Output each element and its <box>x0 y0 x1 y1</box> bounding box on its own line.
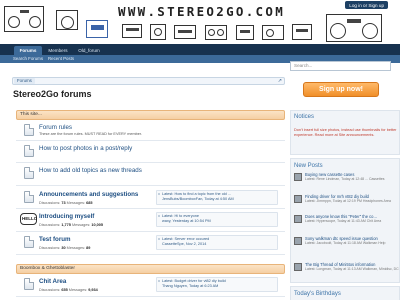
tab-old-forum[interactable]: Old_forum <box>74 46 104 55</box>
forum-stats: Discussions: 73 Messages: 685 <box>39 201 93 205</box>
last-post-author[interactable]: Thang Nguyen, Today at 6:23 AM <box>162 284 277 288</box>
radio-illustration <box>56 10 78 30</box>
breadcrumb: Forums ↗ <box>12 77 285 85</box>
new-post-item[interactable]: Sony walkman dtc speed issue question La… <box>293 236 399 250</box>
last-post-box[interactable]: Latest: How to find a topic from the old… <box>156 190 278 205</box>
avatar <box>294 173 302 181</box>
stereo-illustration-4 <box>205 25 227 40</box>
forum-stats: Discussions: 1,775 Messages: 10,005 <box>39 223 104 227</box>
boombox-illustration-right <box>326 14 382 42</box>
new-posts-block: New Posts Buying new cassette cases Late… <box>290 158 400 283</box>
forum-title[interactable]: Chit Area <box>39 278 66 285</box>
stereo-illustration-5 <box>236 25 254 40</box>
avatar <box>294 195 302 203</box>
tab-members[interactable]: Members <box>44 46 72 55</box>
stereo-illustration-3 <box>174 25 196 39</box>
forum-node: How to add old topics as new threads <box>16 164 285 186</box>
page-title: Stereo2Go forums <box>13 89 92 99</box>
new-post-item[interactable]: Buying new cassette cases Latest: Rene L… <box>293 172 399 186</box>
new-post-meta: Latest: Rene Lindman, Today at 12:48 ...… <box>305 177 385 181</box>
new-post-item[interactable]: Does anyone know this "Peter" the co... … <box>293 214 399 228</box>
breadcrumb-forums[interactable]: Forums <box>14 78 35 84</box>
birthdays-block: Today's Birthdays <box>290 286 400 300</box>
site-title: WWW.STEREO2GO.COM <box>118 4 286 19</box>
category-title: Boombox & Ghettoblaster <box>20 266 75 271</box>
avatar <box>294 237 302 245</box>
stereo-illustration-1 <box>122 24 142 38</box>
avatar <box>294 263 302 271</box>
last-post-title[interactable]: Latest: Budget driver for vt82 diy build <box>162 279 277 283</box>
search-placeholder: Search... <box>294 63 313 68</box>
notices-heading: Notices <box>294 114 315 120</box>
forum-node: Forum rules These are the forum rules. M… <box>16 121 285 141</box>
forum-stats: Discussions: 655 Messages: 9,934 <box>39 288 98 292</box>
notice-text: Don't insert full size photos, instead u… <box>294 128 397 137</box>
jump-arrow-icon[interactable]: ↗ <box>278 78 282 84</box>
page-icon <box>24 145 34 157</box>
page-icon <box>24 191 34 203</box>
new-post-item[interactable]: The Big Thread of Mini5tos information L… <box>293 262 399 276</box>
stereo-illustration-6 <box>262 25 284 40</box>
last-post-title[interactable]: Latest: How to find a topic from the old… <box>162 192 277 196</box>
category-header[interactable]: This site... <box>16 110 285 120</box>
forum-stats: Discussions: 30 Messages: 89 <box>39 246 91 250</box>
notices-block: Notices Don't insert full size photos, i… <box>290 110 400 155</box>
new-post-item[interactable]: Finding driver for mrh vt82 diy build La… <box>293 194 399 208</box>
new-post-meta: Latest: Hyperscope, Today at 11:43 AM Ch… <box>305 219 382 223</box>
category-title: This site... <box>20 112 42 117</box>
page-icon <box>24 124 34 136</box>
new-posts-heading: New Posts <box>294 163 323 169</box>
cassette-player-illustration <box>86 20 108 38</box>
forum-node: Chit Area Discussions: 655 Messages: 9,9… <box>16 275 285 297</box>
stereo-illustration-2 <box>150 24 166 40</box>
last-post-author[interactable]: JensBubs/BoomboxFan, Today at 4:50 AM <box>162 197 277 201</box>
page-icon <box>24 167 34 179</box>
forum-title[interactable]: Test forum <box>39 236 71 243</box>
login-signup-button[interactable]: Log in or Sign up <box>345 1 388 9</box>
sign-up-button[interactable]: Sign up now! <box>303 82 379 97</box>
search-forums-link[interactable]: Search Forums <box>13 55 43 63</box>
forum-title[interactable]: How to add old topics as new threads <box>39 167 142 174</box>
forum-node: Test forum Discussions: 30 Messages: 89 … <box>16 233 285 255</box>
last-post-box[interactable]: Latest: Server error occured CassetteSpe… <box>156 235 278 250</box>
last-post-title[interactable]: Latest: Hi to everyone <box>162 214 277 218</box>
last-post-author[interactable]: waxy, Yesterday at 10:54 PM <box>162 219 277 223</box>
forum-title[interactable]: How to post photos in a post/reply <box>39 145 132 152</box>
boombox-illustration-left <box>4 6 44 32</box>
last-post-box[interactable]: Latest: Hi to everyone waxy, Yesterday a… <box>156 212 278 227</box>
birthdays-heading: Today's Birthdays <box>294 291 341 297</box>
stereo-illustration-7 <box>292 24 312 40</box>
forum-node: Announcements and suggestions Discussion… <box>16 188 285 209</box>
avatar <box>294 215 302 223</box>
last-post-box[interactable]: Latest: Budget driver for vt82 diy build… <box>156 277 278 292</box>
page-icon <box>24 236 34 248</box>
tab-forums[interactable]: Forums <box>14 46 42 55</box>
forum-title[interactable]: Forum rules <box>39 124 72 131</box>
forum-title[interactable]: Introducing myself <box>39 213 94 220</box>
last-post-title[interactable]: Latest: Server error occured <box>162 237 277 241</box>
forum-node: How to post photos in a post/reply <box>16 142 285 163</box>
main-nav: Forums Members Old_forum <box>0 44 400 55</box>
forum-node: HELLO Introducing myself Discussions: 1,… <box>16 210 285 232</box>
last-post-author[interactable]: CassetteSpe, Nov 2, 2014 <box>162 242 277 246</box>
site-banner: WWW.STEREO2GO.COM Log in or Sign up <box>0 0 400 44</box>
search-input[interactable]: Search... <box>290 61 391 71</box>
hello-icon: HELLO <box>20 213 37 225</box>
new-post-meta: Latest: Jacobcolt, Today at 11:18 AM Wal… <box>305 241 386 245</box>
forum-description: These are the forum rules. MUST READ for… <box>39 132 142 136</box>
new-post-meta: Latest: Longman, Today at 11:13 AM Walkm… <box>305 267 399 271</box>
new-post-meta: Latest: JImmppn, Today at 12:19 PM Headp… <box>305 199 391 203</box>
page-icon <box>24 278 34 290</box>
recent-posts-link[interactable]: Recent Posts <box>48 55 74 63</box>
forum-title[interactable]: Announcements and suggestions <box>39 191 138 198</box>
category-header[interactable]: Boombox & Ghettoblaster <box>16 264 285 274</box>
